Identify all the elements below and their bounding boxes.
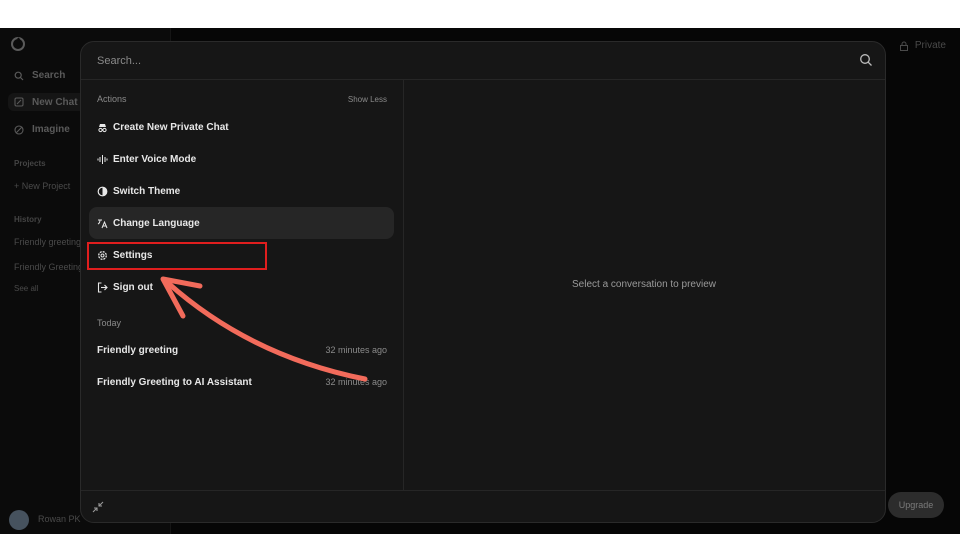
new-project-link[interactable]: + New Project xyxy=(14,181,70,191)
search-icon[interactable] xyxy=(859,53,873,67)
history-item[interactable]: Friendly Greeting xyxy=(14,262,83,272)
results-pane: Actions Show Less Create New Private Cha… xyxy=(81,79,404,490)
projects-heading[interactable]: Projects xyxy=(14,159,46,168)
translate-icon xyxy=(97,218,108,229)
lock-icon xyxy=(899,41,908,51)
history-item[interactable]: Friendly greeting xyxy=(14,237,81,247)
sign-out-icon xyxy=(97,281,108,293)
action-switch-theme[interactable]: Switch Theme xyxy=(89,175,394,207)
conversation-time: 32 minutes ago xyxy=(325,345,387,355)
conversation-title: Friendly greeting xyxy=(97,345,179,356)
palette-footer xyxy=(81,490,885,522)
search-input[interactable] xyxy=(95,50,799,72)
app-window: Search New Chat Imagine Projects + New P… xyxy=(0,28,960,534)
conversation-item[interactable]: Friendly Greeting to AI Assistant 32 min… xyxy=(97,377,387,388)
action-label: Enter Voice Mode xyxy=(113,153,197,165)
show-less-button[interactable]: Show Less xyxy=(348,95,387,104)
conversation-item[interactable]: Friendly greeting 32 minutes ago xyxy=(97,345,387,356)
action-label: Sign out xyxy=(113,281,153,293)
preview-pane: Select a conversation to preview xyxy=(403,79,885,490)
settings-highlight-box xyxy=(87,242,267,270)
avatar[interactable] xyxy=(9,510,29,530)
sidebar-item-search[interactable]: Search xyxy=(14,70,65,81)
sidebar-item-label: Imagine xyxy=(32,124,70,135)
incognito-icon xyxy=(97,122,108,133)
sidebar-item-label: Search xyxy=(32,70,66,81)
search-icon xyxy=(14,71,24,80)
actions-heading: Actions xyxy=(97,94,127,104)
today-heading: Today xyxy=(97,318,122,328)
conversation-title: Friendly Greeting to AI Assistant xyxy=(97,377,252,388)
collapse-icon[interactable] xyxy=(92,501,104,513)
private-toggle[interactable]: Private xyxy=(899,40,946,51)
edit-icon xyxy=(14,97,24,107)
action-create-private-chat[interactable]: Create New Private Chat xyxy=(89,111,394,143)
private-label: Private xyxy=(914,40,946,51)
voice-wave-icon xyxy=(97,154,108,165)
upgrade-button[interactable]: Upgrade xyxy=(888,492,944,518)
action-label: Change Language xyxy=(113,217,200,229)
conversation-time: 32 minutes ago xyxy=(325,377,387,387)
search-bar xyxy=(81,42,885,80)
action-change-language[interactable]: Change Language xyxy=(89,207,394,239)
sidebar-item-imagine[interactable]: Imagine xyxy=(14,124,70,135)
sidebar-item-label: New Chat xyxy=(32,96,78,108)
see-all-link[interactable]: See all xyxy=(14,284,38,293)
history-heading[interactable]: History xyxy=(14,215,42,224)
sidebar-item-new-chat[interactable]: New Chat xyxy=(8,93,88,111)
action-sign-out[interactable]: Sign out xyxy=(89,271,394,303)
action-label: Create New Private Chat xyxy=(113,121,229,133)
action-label: Switch Theme xyxy=(113,185,181,197)
command-palette: Actions Show Less Create New Private Cha… xyxy=(80,41,886,523)
action-voice-mode[interactable]: Enter Voice Mode xyxy=(89,143,394,175)
app-logo-icon[interactable] xyxy=(10,36,26,52)
image-icon xyxy=(14,124,24,135)
user-name[interactable]: Rowan PK xyxy=(38,514,81,524)
theme-icon xyxy=(97,186,108,197)
preview-empty-text: Select a conversation to preview xyxy=(572,279,716,290)
